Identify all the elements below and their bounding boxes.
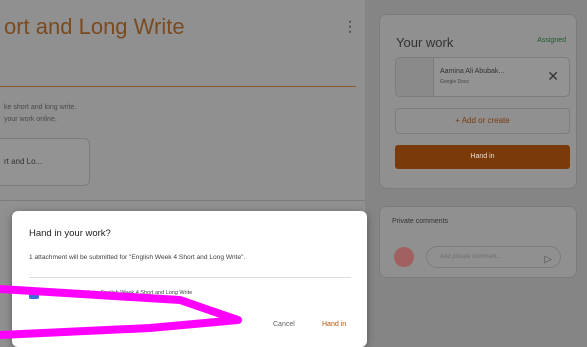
send-icon[interactable]: ▷ xyxy=(544,250,552,270)
hand-in-button[interactable]: Hand in xyxy=(395,145,570,169)
add-or-create-button[interactable]: + Add or create xyxy=(395,108,570,134)
section-divider xyxy=(0,200,365,201)
comment-placeholder: Add private comment... xyxy=(440,254,502,260)
description-line: your work online. xyxy=(4,116,57,123)
your-work-title: Your work xyxy=(396,35,454,50)
attached-file[interactable]: Aamina Ali Abubak... Google Docs ✕ xyxy=(395,57,570,97)
dialog-title: Hand in your work? xyxy=(29,228,111,239)
avatar xyxy=(394,247,414,267)
attachment-title: rt and Lo... xyxy=(4,157,43,166)
docs-icon xyxy=(29,289,39,299)
dialog-divider xyxy=(29,277,351,278)
status-badge: Assigned xyxy=(537,37,566,44)
private-comments-card: Private comments Add private comment... … xyxy=(379,206,577,278)
private-comment-input[interactable]: Add private comment... ▷ xyxy=(426,246,561,268)
your-work-card: Your work Assigned Aamina Ali Abubak... … xyxy=(379,14,577,189)
private-comments-title: Private comments xyxy=(392,218,449,225)
assignment-description: ke short and long write. your work onlin… xyxy=(4,102,76,126)
description-line: ke short and long write. xyxy=(4,104,77,111)
file-type: Google Docs xyxy=(440,79,469,85)
confirm-hand-in-button[interactable]: Hand in xyxy=(322,321,346,328)
assignment-attachment[interactable]: rt and Lo... xyxy=(0,138,90,186)
more-vert-icon[interactable]: ⋮ xyxy=(343,18,357,35)
file-thumbnail xyxy=(396,58,434,96)
cancel-button[interactable]: Cancel xyxy=(273,321,295,328)
dialog-file-name: Aamina Ali Abubakar - English Week 4 Sho… xyxy=(45,290,193,296)
assignment-title: ort and Long Write xyxy=(4,14,185,39)
dialog-message: 1 attachment will be submitted for "Engl… xyxy=(29,254,246,261)
close-icon[interactable]: ✕ xyxy=(547,68,559,85)
hand-in-dialog: Hand in your work? 1 attachment will be … xyxy=(12,211,367,347)
title-divider xyxy=(0,86,356,87)
file-name: Aamina Ali Abubak... xyxy=(440,68,505,75)
